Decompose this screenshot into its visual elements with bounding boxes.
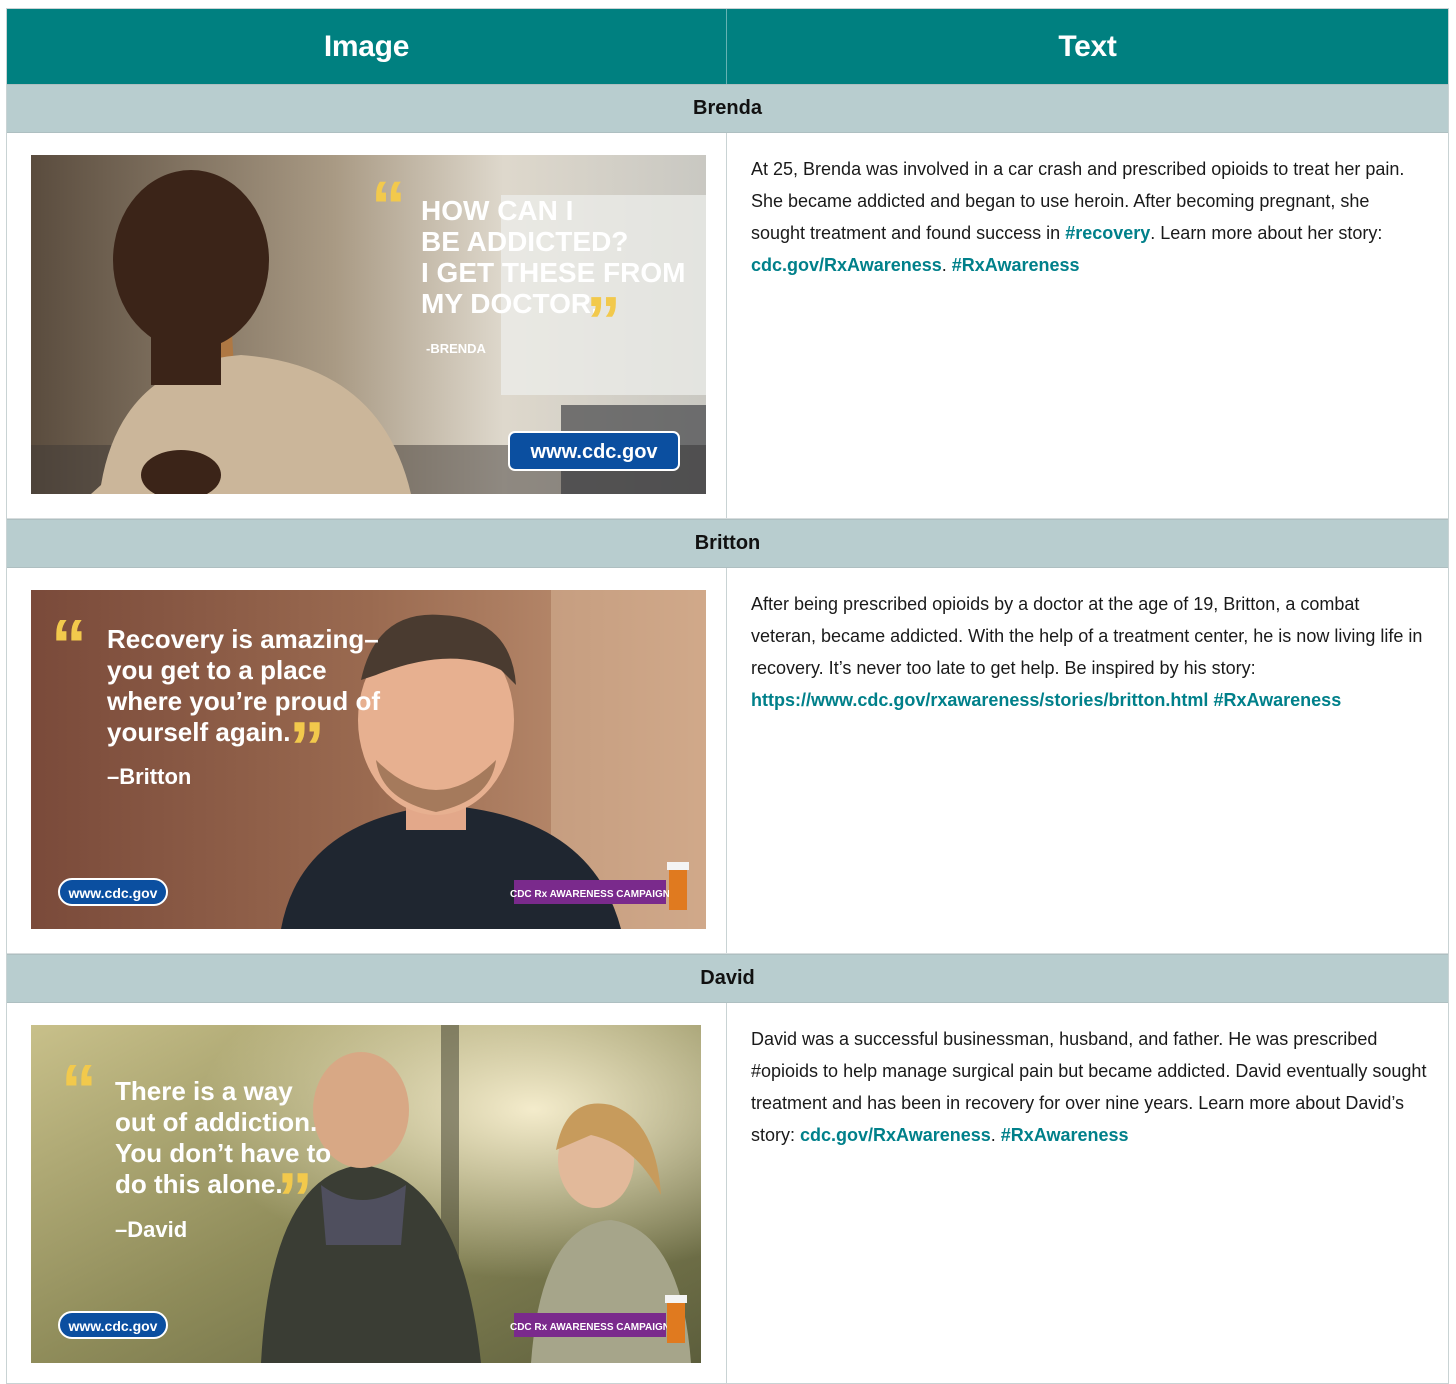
brenda-quote-1: HOW CAN I [421, 195, 573, 226]
britton-image[interactable]: “ Recovery is amazing– you get to a plac… [31, 590, 706, 929]
header-text: Text [1058, 29, 1117, 63]
brenda-image[interactable]: “ HOW CAN I BE ADDICTED? I GET THESE FRO… [31, 155, 706, 494]
image-cell: “ Recovery is amazing– you get to a plac… [7, 568, 727, 953]
svg-text:”: ” [586, 282, 621, 360]
brenda-quote-4: MY DOCTOR. [421, 288, 599, 319]
david-url-badge: www.cdc.gov [68, 1318, 158, 1334]
brenda-url-badge: www.cdc.gov [529, 441, 658, 463]
recovery-link[interactable]: #recovery [1065, 223, 1150, 243]
svg-text:“: “ [371, 167, 406, 245]
campaign-table: Image Text Brenda “ HOW CAN I BE ADDICTE… [6, 8, 1449, 1384]
britton-campaign-badge: CDC Rx AWARENESS CAMPAIGN [510, 889, 670, 900]
table-row: “ There is a way out of addiction. You d… [7, 1003, 1448, 1383]
britton-text: After being prescribed opioids by a doct… [751, 594, 1423, 710]
david-quote-2: out of addiction. [115, 1107, 317, 1137]
table-row: “ HOW CAN I BE ADDICTED? I GET THESE FRO… [7, 133, 1448, 519]
rxawareness-hashtag[interactable]: #RxAwareness [952, 255, 1080, 275]
header-image: Image [7, 9, 727, 84]
svg-text:”: ” [277, 1159, 313, 1239]
david-quote-4: do this alone. [115, 1169, 283, 1199]
david-image[interactable]: “ There is a way out of addiction. You d… [31, 1025, 701, 1363]
david-campaign-badge: CDC Rx AWARENESS CAMPAIGN [510, 1322, 670, 1333]
britton-quote-2: you get to a place [107, 655, 327, 685]
table-row: “ Recovery is amazing– you get to a plac… [7, 568, 1448, 954]
britton-quote-1: Recovery is amazing– [107, 624, 379, 654]
britton-quote-3: where you’re proud of [106, 686, 380, 716]
table-header: Image Text [7, 9, 1448, 84]
image-cell: “ HOW CAN I BE ADDICTED? I GET THESE FRO… [7, 133, 727, 518]
britton-attribution: –Britton [107, 764, 191, 789]
brenda-quote-3: I GET THESE FROM [421, 257, 685, 288]
group-brenda: Brenda [7, 84, 1448, 133]
britton-story-link[interactable]: https://www.cdc.gov/rxawareness/stories/… [751, 690, 1208, 710]
svg-text:”: ” [289, 708, 325, 788]
david-attribution: –David [115, 1217, 187, 1242]
rxawareness-hashtag[interactable]: #RxAwareness [1213, 690, 1341, 710]
rxawareness-link[interactable]: cdc.gov/RxAwareness [800, 1125, 991, 1145]
svg-text:“: “ [51, 606, 87, 686]
brenda-text: At 25, Brenda was involved in a car cras… [751, 159, 1405, 275]
brenda-attribution: -BRENDA [426, 341, 487, 356]
britton-quote-4: yourself again. [107, 717, 291, 747]
britton-url-badge: www.cdc.gov [68, 885, 158, 901]
rxawareness-link[interactable]: cdc.gov/RxAwareness [751, 255, 942, 275]
brenda-quote-2: BE ADDICTED? [421, 226, 628, 257]
image-cell: “ There is a way out of addiction. You d… [7, 1003, 727, 1383]
group-britton: Britton [7, 519, 1448, 568]
group-david: David [7, 954, 1448, 1003]
david-text: David was a successful businessman, husb… [751, 1029, 1427, 1145]
svg-text:“: “ [61, 1051, 97, 1131]
rxawareness-hashtag[interactable]: #RxAwareness [1001, 1125, 1129, 1145]
david-quote-1: There is a way [115, 1076, 293, 1106]
